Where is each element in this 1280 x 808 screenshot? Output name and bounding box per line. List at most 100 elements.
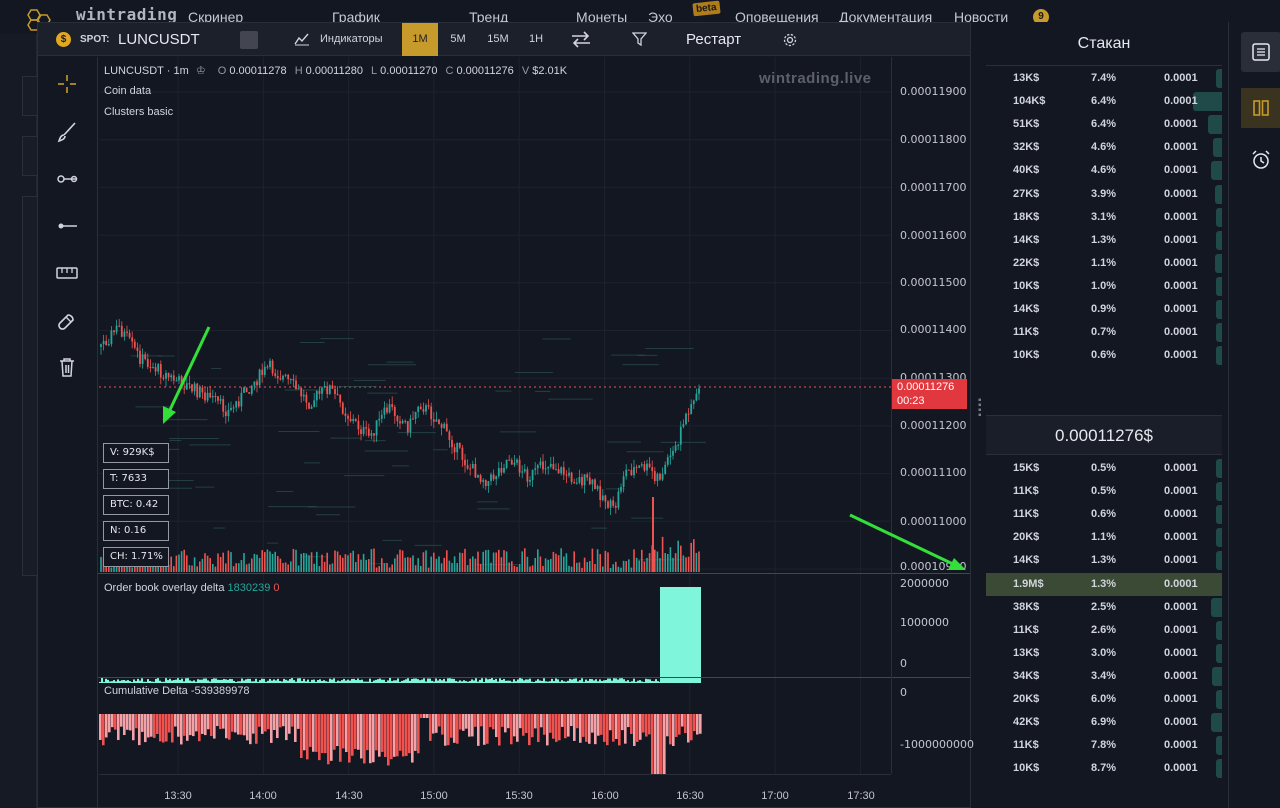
orderbook-row[interactable]: 11K$ 2.6% 0.0001 — [986, 619, 1222, 642]
orderbook-size: 14K$ — [1013, 233, 1040, 246]
orderbook-size: 32K$ — [1013, 141, 1040, 154]
depth-bar — [1215, 253, 1222, 273]
orderbook-pct: 0.7% — [1091, 326, 1117, 339]
orderbook-pct: 1.3% — [1091, 554, 1117, 567]
watchlist-list-icon[interactable] — [1241, 32, 1280, 72]
orderbook-pct: 1.0% — [1091, 279, 1117, 292]
depth-bar — [1211, 161, 1222, 181]
depth-bar — [1216, 323, 1222, 343]
orderbook-price: 0.0001 — [1164, 600, 1198, 613]
orderbook-row[interactable]: 11K$ 0.5% 0.0001 — [986, 480, 1222, 503]
orderbook-pct: 6.0% — [1091, 693, 1117, 705]
orderbook-row[interactable]: 11K$ 0.7% 0.0001 — [986, 321, 1222, 344]
depth-bar — [1213, 138, 1222, 158]
orderbook-price: 0.0001 — [1164, 187, 1198, 200]
alarm-clock-icon[interactable] — [1241, 140, 1280, 180]
orderbook-row[interactable]: 14K$ 0.9% 0.0001 — [986, 298, 1222, 321]
green-arrow-orderbook — [849, 513, 966, 570]
orderbook-mid-price: 0.00011276$ — [986, 415, 1222, 455]
depth-bar — [1216, 230, 1222, 250]
orderbook-size: 13K$ — [1013, 646, 1040, 659]
orderbook-row[interactable]: 11K$ 7.8% 0.0001 — [986, 734, 1222, 757]
depth-bar — [1216, 643, 1222, 663]
orderbook-pct: 4.6% — [1091, 164, 1117, 177]
orderbook-row[interactable]: 10K$ 1.0% 0.0001 — [986, 275, 1222, 298]
orderbook-size: 10K$ — [1013, 349, 1040, 362]
orderbook-row[interactable]: 14K$ 1.3% 0.0001 — [986, 549, 1222, 572]
orderbook-row[interactable]: 40K$ 4.6% 0.0001 — [986, 159, 1222, 182]
orderbook-row[interactable]: 11K$ 0.6% 0.0001 — [986, 503, 1222, 526]
green-arrow-chart — [163, 326, 211, 424]
orderbook-row[interactable]: 22K$ 1.1% 0.0001 — [986, 252, 1222, 275]
order-book: Стакан 13K$ 7.4% 0.0001 104K$ 6.4% 0.0001 51K$… — [986, 22, 1222, 808]
orderbook-row[interactable]: 20K$ 6.0% 0.0001 — [986, 688, 1222, 711]
orderbook-size: 104K$ — [1013, 95, 1046, 108]
orderbook-row[interactable]: 34K$ 3.4% 0.0001 — [986, 665, 1222, 688]
orderbook-size: 34K$ — [1013, 669, 1040, 682]
orderbook-pct: 1.1% — [1091, 256, 1117, 269]
right-sidebar — [1228, 22, 1280, 808]
orderbook-price: 0.0001 — [1164, 577, 1198, 590]
orderbook-row[interactable]: 13K$ 7.4% 0.0001 — [986, 67, 1222, 90]
orderbook-pct: 1.3% — [1091, 577, 1117, 590]
orderbook-columns-icon[interactable] — [1241, 88, 1280, 128]
depth-bar — [1216, 346, 1222, 366]
orderbook-row[interactable]: 1.9M$ 1.3% 0.0001 — [986, 572, 1222, 596]
orderbook-size: 42K$ — [1013, 716, 1040, 729]
orderbook-pct: 1.1% — [1091, 531, 1117, 544]
orderbook-size: 11K$ — [1013, 485, 1039, 498]
orderbook-row[interactable]: 18K$ 3.1% 0.0001 — [986, 206, 1222, 229]
orderbook-row[interactable]: 42K$ 6.9% 0.0001 — [986, 711, 1222, 734]
orderbook-pct: 7.8% — [1091, 739, 1117, 752]
orderbook-price: 0.0001 — [1164, 279, 1198, 292]
orderbook-pct: 0.9% — [1091, 303, 1117, 315]
orderbook-row[interactable]: 20K$ 1.1% 0.0001 — [986, 526, 1222, 549]
orderbook-size: 14K$ — [1013, 303, 1040, 315]
orderbook-row[interactable]: 38K$ 2.5% 0.0001 — [986, 596, 1222, 619]
orderbook-size: 18K$ — [1013, 210, 1040, 223]
orderbook-pct: 2.5% — [1091, 600, 1117, 613]
orderbook-row[interactable]: 32K$ 4.6% 0.0001 — [986, 136, 1222, 159]
orderbook-row[interactable]: 104K$ 6.4% 0.0001 — [986, 90, 1222, 113]
orderbook-price: 0.0001 — [1164, 95, 1198, 108]
orderbook-price: 0.0001 — [1164, 118, 1198, 131]
orderbook-size: 11K$ — [1013, 739, 1039, 752]
depth-bar — [1216, 482, 1222, 502]
depth-bar — [1211, 713, 1222, 733]
orderbook-row[interactable]: 10K$ 8.7% 0.0001 — [986, 757, 1222, 780]
orderbook-price: 0.0001 — [1164, 508, 1198, 521]
orderbook-row[interactable]: 51K$ 6.4% 0.0001 — [986, 113, 1222, 136]
orderbook-resize-handle[interactable]: ▪ ▪ ▪ ▪ — [978, 396, 984, 421]
orderbook-size: 38K$ — [1013, 600, 1040, 613]
depth-bar — [1216, 690, 1222, 709]
orderbook-size: 10K$ — [1013, 279, 1040, 292]
orderbook-row[interactable]: 13K$ 3.0% 0.0001 — [986, 642, 1222, 665]
orderbook-row[interactable]: 15K$ 0.5% 0.0001 — [986, 457, 1222, 480]
orderbook-size: 22K$ — [1013, 256, 1040, 269]
orderbook-price: 0.0001 — [1164, 646, 1198, 659]
orderbook-pct: 3.9% — [1091, 187, 1117, 200]
orderbook-price: 0.0001 — [1164, 164, 1198, 177]
orderbook-pct: 7.4% — [1091, 72, 1117, 84]
orderbook-price: 0.0001 — [1164, 349, 1198, 362]
orderbook-pct: 6.4% — [1091, 95, 1117, 108]
orderbook-price: 0.0001 — [1164, 531, 1198, 544]
orderbook-size: 1.9M$ — [1013, 577, 1044, 590]
orderbook-size: 51K$ — [1013, 118, 1040, 131]
orderbook-title: Стакан — [986, 22, 1222, 66]
orderbook-pct: 8.7% — [1091, 762, 1117, 775]
orderbook-row[interactable]: 27K$ 3.9% 0.0001 — [986, 183, 1222, 206]
orderbook-price: 0.0001 — [1164, 256, 1198, 269]
orderbook-row[interactable]: 10K$ 0.6% 0.0001 — [986, 344, 1222, 367]
orderbook-pct: 4.6% — [1091, 141, 1117, 154]
orderbook-row[interactable]: 14K$ 1.3% 0.0001 — [986, 229, 1222, 252]
orderbook-price: 0.0001 — [1164, 462, 1198, 474]
depth-bar — [1216, 69, 1222, 88]
orderbook-pct: 0.6% — [1091, 349, 1117, 362]
orderbook-price: 0.0001 — [1164, 210, 1198, 223]
orderbook-size: 13K$ — [1013, 72, 1040, 84]
orderbook-size: 20K$ — [1013, 531, 1040, 544]
depth-bar — [1216, 207, 1222, 227]
depth-bar — [1216, 528, 1222, 548]
depth-bar — [1216, 505, 1222, 525]
